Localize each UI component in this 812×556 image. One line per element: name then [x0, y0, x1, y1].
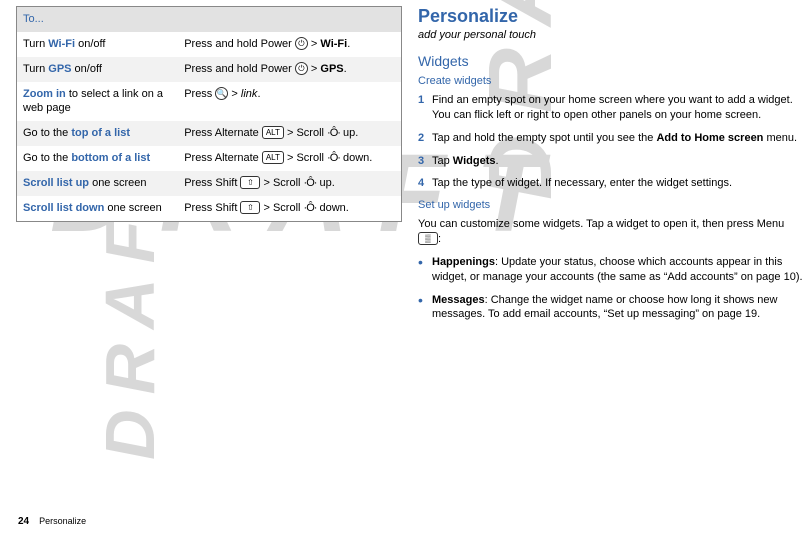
step-number: 4 [418, 176, 432, 191]
setup-intro-pre: You can customize some widgets. Tap a wi… [418, 218, 784, 230]
widgets-heading: Widgets [418, 53, 804, 69]
setup-intro: You can customize some widgets. Tap a wi… [418, 217, 804, 247]
section-tagline: add your personal touch [418, 29, 804, 41]
table-row: Go to the top of a listPress Alternate A… [17, 121, 402, 146]
page-footer: 24 Personalize [0, 516, 812, 527]
table-row: Zoom in to select a link on a web pagePr… [17, 82, 402, 122]
table-cell-action: Turn Wi-Fi on/off [17, 32, 179, 57]
table-row: Turn GPS on/offPress and hold Power ⏻ > … [17, 57, 402, 82]
table-cell-action: Zoom in to select a link on a web page [17, 82, 179, 122]
table-row: Turn Wi-Fi on/offPress and hold Power ⏻ … [17, 32, 402, 57]
shortcuts-table: To... Turn Wi-Fi on/offPress and hold Po… [16, 6, 402, 222]
step-text: Tap and hold the empty spot until you se… [432, 131, 804, 146]
menu-key-icon: ▒ [418, 232, 438, 245]
bullet-text: Messages: Change the widget name or choo… [432, 293, 804, 323]
table-header: To... [17, 7, 402, 32]
left-column: To... Turn Wi-Fi on/offPress and hold Po… [8, 6, 410, 516]
right-column: Personalize add your personal touch Widg… [410, 6, 812, 516]
footer-section: Personalize [39, 516, 86, 526]
step-number: 1 [418, 93, 432, 108]
nav-icon: ·Ô· [304, 177, 317, 189]
bullet-icon: • [418, 255, 432, 285]
step-text: Tap Widgets. [432, 154, 804, 169]
nav-icon: ·Ô· [327, 152, 340, 164]
step-number: 3 [418, 154, 432, 169]
key-icon: 🔍 [215, 87, 228, 100]
table-cell-instruction: Press Shift ⇧ > Scroll ·Ô· down. [178, 196, 401, 221]
table-cell-instruction: Press and hold Power ⏻ > Wi-Fi. [178, 32, 401, 57]
key-icon: ⏻ [295, 37, 308, 50]
table-cell-instruction: Press Alternate ALT > Scroll ·Ô· down. [178, 146, 401, 171]
table-cell-action: Go to the bottom of a list [17, 146, 179, 171]
table-cell-instruction: Press Alternate ALT > Scroll ·Ô· up. [178, 121, 401, 146]
list-item: •Messages: Change the widget name or cho… [418, 293, 804, 323]
bullet-icon: • [418, 293, 432, 323]
step-number: 2 [418, 131, 432, 146]
list-item: •Happenings: Update your status, choose … [418, 255, 804, 285]
key-icon: ⇧ [240, 176, 260, 189]
bullet-list: •Happenings: Update your status, choose … [418, 255, 804, 322]
list-item: 4Tap the type of widget. If necessary, e… [418, 176, 804, 191]
steps-list: 1Find an empty spot on your home screen … [418, 93, 804, 191]
key-icon: ALT [262, 126, 284, 139]
nav-icon: ·Ô· [304, 202, 317, 214]
setup-widgets-heading: Set up widgets [418, 199, 804, 211]
table-row: Scroll list down one screenPress Shift ⇧… [17, 196, 402, 221]
table-cell-action: Turn GPS on/off [17, 57, 179, 82]
step-text: Tap the type of widget. If necessary, en… [432, 176, 804, 191]
table-cell-action: Go to the top of a list [17, 121, 179, 146]
bullet-text: Happenings: Update your status, choose w… [432, 255, 804, 285]
step-text: Find an empty spot on your home screen w… [432, 93, 804, 123]
key-icon: ⏻ [295, 62, 308, 75]
table-cell-instruction: Press Shift ⇧ > Scroll ·Ô· up. [178, 171, 401, 196]
create-widgets-heading: Create widgets [418, 75, 804, 87]
table-row: Scroll list up one screenPress Shift ⇧ >… [17, 171, 402, 196]
list-item: 1Find an empty spot on your home screen … [418, 93, 804, 123]
key-icon: ALT [262, 151, 284, 164]
table-cell-action: Scroll list up one screen [17, 171, 179, 196]
table-cell-instruction: Press and hold Power ⏻ > GPS. [178, 57, 401, 82]
table-row: Go to the bottom of a listPress Alternat… [17, 146, 402, 171]
page-number: 24 [18, 516, 29, 527]
list-item: 3Tap Widgets. [418, 154, 804, 169]
list-item: 2Tap and hold the empty spot until you s… [418, 131, 804, 146]
nav-icon: ·Ô· [327, 127, 340, 139]
key-icon: ⇧ [240, 201, 260, 214]
setup-intro-post: : [438, 233, 441, 245]
section-title: Personalize [418, 6, 804, 27]
table-cell-action: Scroll list down one screen [17, 196, 179, 221]
table-cell-instruction: Press 🔍 > link. [178, 82, 401, 122]
